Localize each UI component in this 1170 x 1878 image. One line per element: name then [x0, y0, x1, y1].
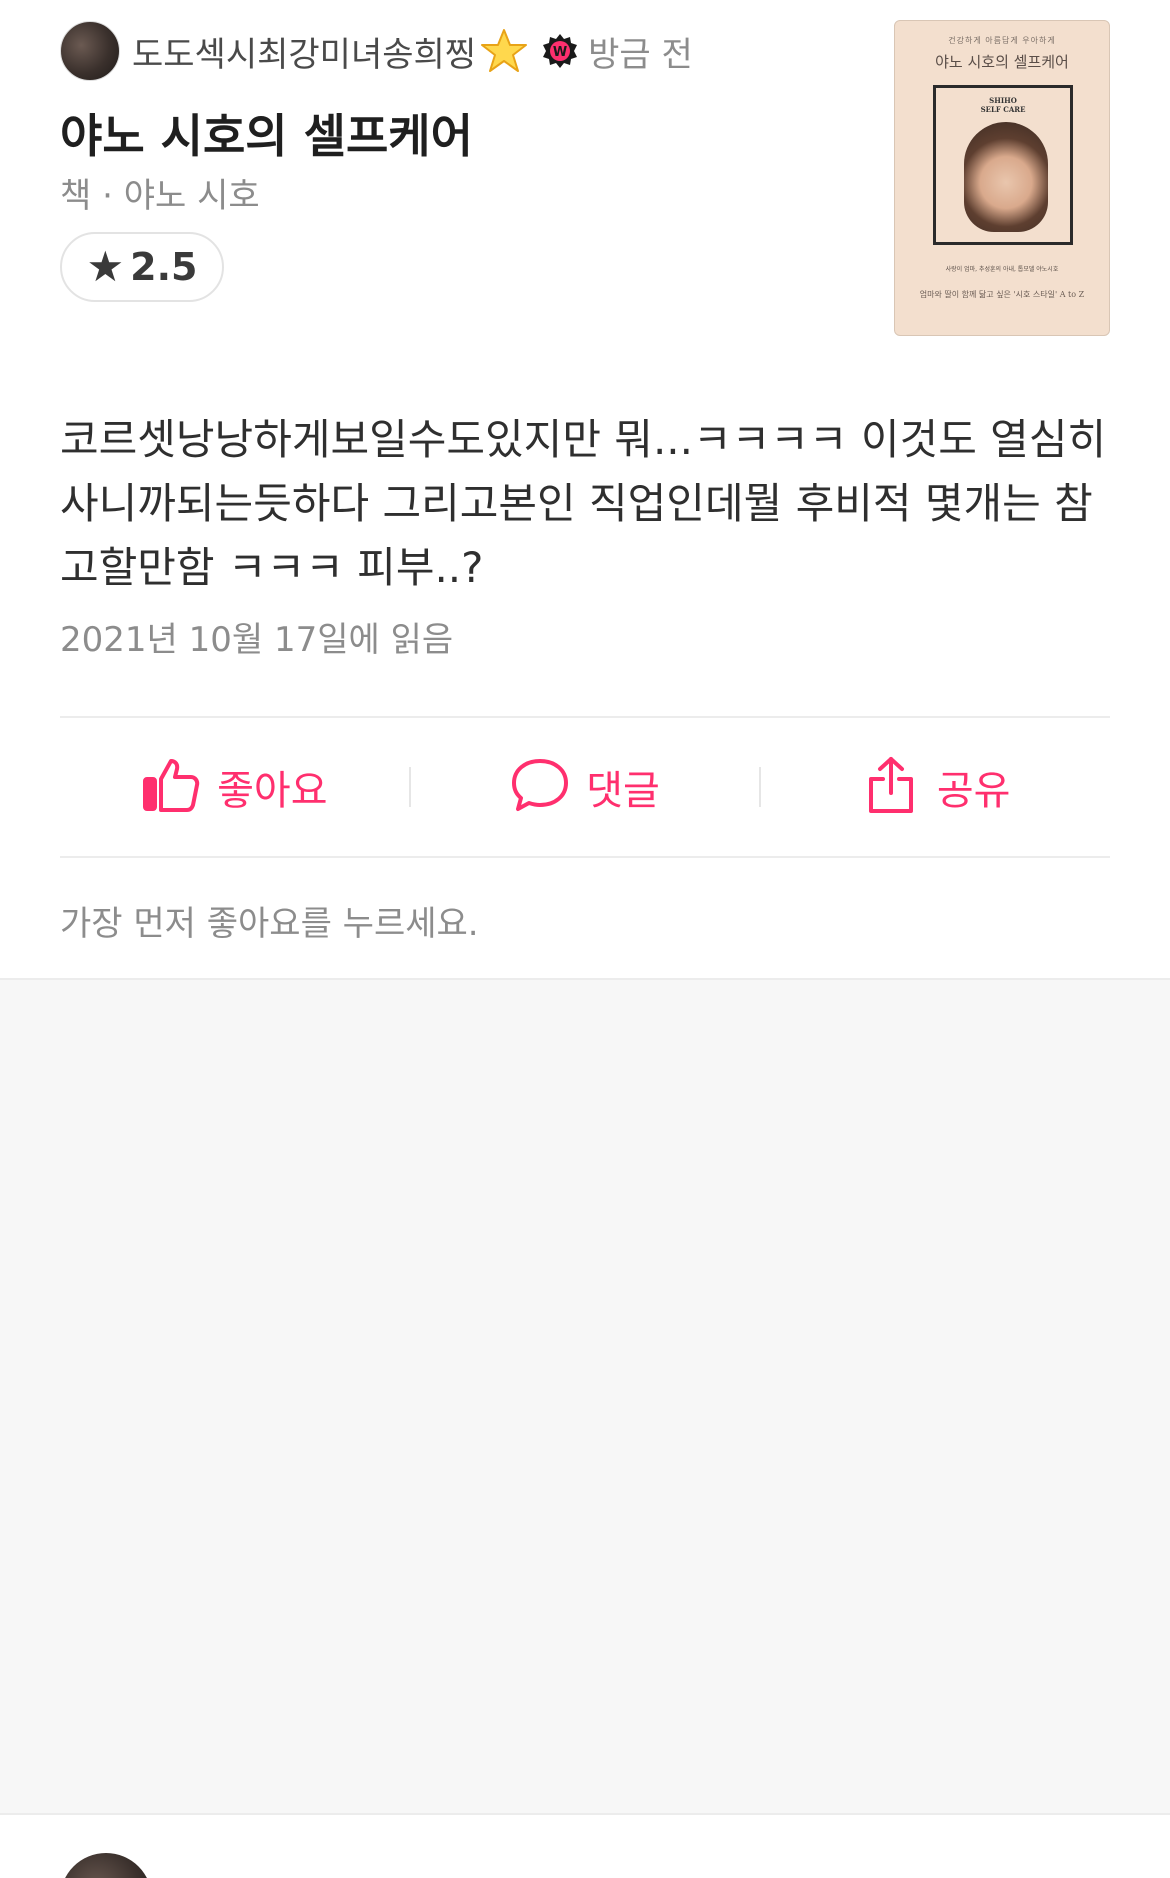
star-badge-icon — [480, 27, 528, 75]
comment-label: 댓글 — [586, 768, 660, 814]
speech-bubble-icon — [510, 755, 570, 819]
action-bar: 좋아요 댓글 공유 — [60, 718, 1110, 856]
empty-feed-area — [0, 978, 1170, 1813]
star-icon: ★ — [86, 242, 125, 291]
user-avatar[interactable] — [60, 21, 120, 81]
feed-card: 도도섹시최강미녀송희찡 W 방금 전 야노 시호의 셀프케어 책 · 야노 시호… — [0, 0, 1170, 978]
svg-text:W: W — [553, 45, 567, 60]
read-date: 2021년 10월 17일에 읽음 — [60, 620, 454, 660]
share-label: 공유 — [936, 768, 1011, 814]
share-button[interactable]: 공유 — [761, 755, 1110, 819]
comment-button[interactable]: 댓글 — [411, 755, 760, 819]
username[interactable]: 도도섹시최강미녀송희찡 — [132, 27, 476, 76]
book-cover-image[interactable]: 건강하게 아름답게 우아하게 야노 시호의 셀프케어 SHIHO SELF CA… — [894, 20, 1110, 336]
post-time: 방금 전 — [588, 34, 693, 75]
divider — [60, 856, 1110, 858]
cover-photo-frame: SHIHO SELF CARE — [933, 85, 1073, 245]
next-feed-card — [0, 1813, 1170, 1878]
content-title[interactable]: 야노 시호의 셀프케어 — [60, 100, 473, 166]
user-avatar[interactable] — [60, 1853, 152, 1878]
cover-title: 야노 시호의 셀프케어 — [935, 53, 1069, 71]
rating-badge: ★ 2.5 — [60, 232, 224, 302]
likes-hint: 가장 먼저 좋아요를 누르세요. — [60, 904, 479, 944]
rating-value: 2.5 — [130, 245, 198, 289]
cover-portrait — [964, 122, 1048, 232]
cover-top-text: 건강하게 아름답게 우아하게 — [948, 36, 1056, 45]
post-header: 도도섹시최강미녀송희찡 W 방금 전 — [60, 20, 693, 82]
like-button[interactable]: 좋아요 — [60, 755, 409, 819]
share-icon — [861, 755, 921, 819]
review-text[interactable]: 코르셋낭낭하게보일수도있지만 뭐...ㅋㅋㅋㅋ 이것도 열심히 사니까되는듯하다… — [60, 408, 1120, 600]
cover-subtext: 사랑이 엄마, 추성훈의 아내, 톱모델 야노시호 — [945, 266, 1059, 273]
like-label: 좋아요 — [217, 768, 328, 814]
cover-english-title: SHIHO SELF CARE — [980, 96, 1026, 114]
thumbs-up-icon — [141, 755, 201, 819]
watcha-badge-icon: W — [542, 33, 578, 69]
content-meta: 책 · 야노 시호 — [60, 176, 260, 216]
cover-bottom-text: 엄마와 딸이 함께 닮고 싶은 '시호 스타일' A to Z — [919, 290, 1085, 299]
